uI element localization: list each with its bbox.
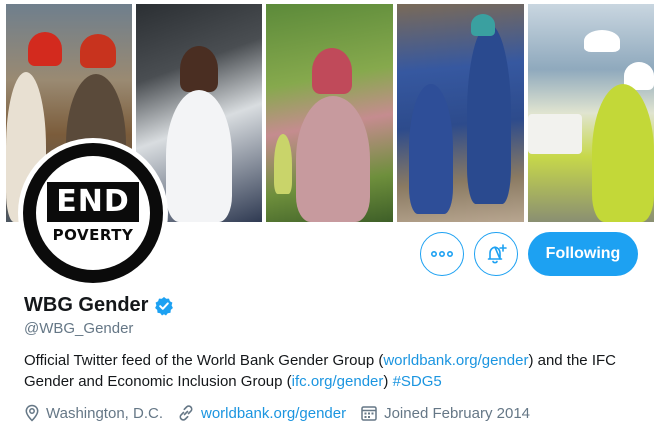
banner-photo-engineers: [528, 4, 654, 222]
logo-poverty-text: POVERTY: [52, 226, 134, 244]
banner-photo-woman-corn: [266, 4, 393, 222]
verified-badge-icon: [154, 296, 174, 316]
more-options-button[interactable]: [420, 232, 464, 276]
location-item: Washington, D.C.: [24, 404, 163, 422]
bio-text-3: ): [383, 373, 393, 390]
calendar-icon: [361, 406, 377, 421]
banner-photo-workers-blue: [397, 4, 524, 222]
bio-link-worldbank[interactable]: worldbank.org/gender: [383, 352, 528, 369]
profile-name-row: WBG Gender: [24, 294, 174, 317]
more-icon: [431, 251, 453, 257]
bio-text-1: Official Twitter feed of the World Bank …: [24, 352, 384, 369]
joined-text: Joined February 2014: [384, 404, 531, 422]
website-item[interactable]: worldbank.org/gender: [177, 404, 346, 422]
bell-plus-icon: [487, 244, 507, 264]
joined-item: Joined February 2014: [360, 404, 530, 422]
profile-meta: Washington, D.C. worldbank.org/gender Jo…: [24, 404, 544, 422]
bio-hashtag-sdg5[interactable]: #SDG5: [393, 373, 442, 390]
following-button[interactable]: Following: [528, 232, 638, 276]
profile-avatar[interactable]: END POVERTY: [18, 138, 168, 288]
end-poverty-logo: END POVERTY: [36, 156, 150, 270]
avatar-ring: END POVERTY: [23, 143, 163, 283]
notifications-button[interactable]: [474, 232, 518, 276]
profile-name: WBG Gender: [24, 294, 149, 316]
link-icon: [179, 405, 193, 421]
bio-link-ifc[interactable]: ifc.org/gender: [292, 373, 384, 390]
location-pin-icon: [25, 404, 39, 422]
profile-bio: Official Twitter feed of the World Bank …: [24, 350, 644, 392]
logo-end-text: END: [47, 182, 139, 222]
website-link[interactable]: worldbank.org/gender: [201, 405, 346, 422]
profile-handle: @WBG_Gender: [24, 320, 134, 337]
location-text: Washington, D.C.: [46, 404, 163, 422]
